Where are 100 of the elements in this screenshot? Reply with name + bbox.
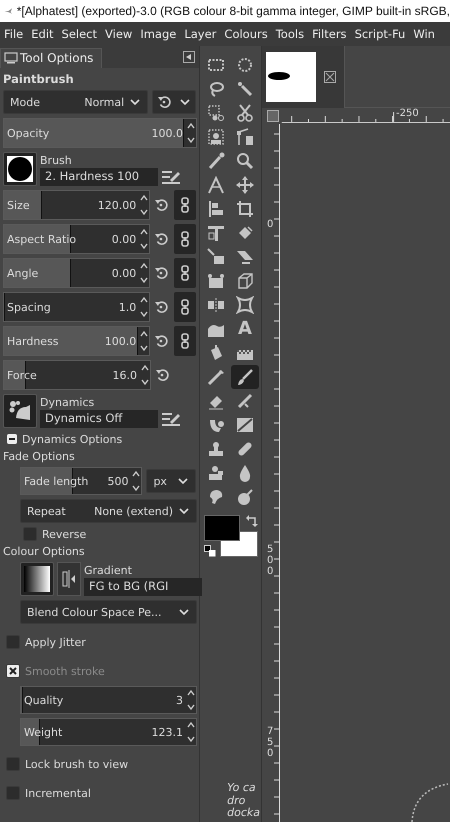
- link-button[interactable]: [174, 258, 196, 288]
- slider-fill[interactable]: [4, 191, 42, 219]
- slider[interactable]: Aspect Ratio 0.00: [3, 224, 150, 254]
- compass-icon[interactable]: [207, 176, 225, 194]
- cube-icon[interactable]: [236, 272, 254, 290]
- checkbox[interactable]: [6, 786, 20, 800]
- tool-button[interactable]: [231, 365, 259, 389]
- text-field[interactable]: Dynamics Off: [40, 410, 158, 428]
- reverse-button[interactable]: [57, 562, 81, 596]
- align-icon[interactable]: [207, 200, 225, 218]
- menu-item[interactable]: Script-Fu: [350, 25, 410, 43]
- menu-item[interactable]: Image: [136, 25, 180, 43]
- unit-dropdown[interactable]: px: [146, 469, 196, 493]
- reset-icon[interactable]: [154, 334, 168, 348]
- ruler-menu-button[interactable]: [267, 110, 279, 122]
- menu-item[interactable]: Layer: [180, 25, 220, 43]
- move-icon[interactable]: [236, 176, 254, 194]
- link-button[interactable]: [174, 292, 196, 322]
- slider[interactable]: Angle 0.00: [3, 258, 150, 288]
- reset-icon[interactable]: [154, 232, 168, 246]
- image-tab[interactable]: [262, 46, 344, 108]
- stamp-tilted-icon[interactable]: [207, 464, 225, 482]
- checkbox[interactable]: [23, 527, 37, 541]
- reset-icon[interactable]: [157, 95, 172, 109]
- stamp-icon[interactable]: [207, 440, 225, 458]
- collapse-icon[interactable]: [183, 51, 195, 63]
- dodge-icon[interactable]: [236, 488, 254, 506]
- dotted-square-icon[interactable]: [207, 104, 225, 122]
- fade-length-slider[interactable]: Fade length 500: [20, 467, 142, 495]
- paintbrush-icon[interactable]: [236, 368, 254, 386]
- menu-item[interactable]: Tools: [272, 25, 308, 43]
- reset-icon[interactable]: [154, 266, 168, 280]
- link-button[interactable]: [174, 190, 196, 220]
- expander-icon[interactable]: [7, 434, 17, 444]
- slider[interactable]: Size 120.00: [3, 190, 150, 220]
- edit-icon[interactable]: [161, 410, 181, 428]
- slider[interactable]: Force 16.0: [3, 360, 151, 390]
- text-tool-button[interactable]: A: [231, 317, 259, 341]
- airbrush-icon[interactable]: [236, 392, 254, 410]
- checkbox[interactable]: [6, 635, 20, 649]
- warp-icon[interactable]: [236, 296, 254, 314]
- menu-item[interactable]: Filters: [308, 25, 351, 43]
- reset-icon[interactable]: [154, 198, 168, 212]
- crop-icon[interactable]: [236, 200, 254, 218]
- quality-slider[interactable]: Quality 3: [20, 686, 197, 714]
- swap-icon[interactable]: [246, 515, 258, 527]
- link-button[interactable]: [174, 224, 196, 254]
- scale-icon[interactable]: [207, 248, 225, 266]
- background-swatch[interactable]: [220, 531, 258, 557]
- pipette-icon[interactable]: [207, 152, 225, 170]
- cage-icon[interactable]: [207, 272, 225, 290]
- dock-tab[interactable]: Tool Options: [0, 48, 102, 68]
- ruler-label: -250: [396, 108, 419, 119]
- close-icon[interactable]: [324, 71, 336, 83]
- weight-slider[interactable]: Weight 123.1: [20, 718, 197, 746]
- reset-icon[interactable]: [155, 368, 169, 382]
- slider[interactable]: Hardness 100.0: [3, 326, 150, 356]
- scissors-icon[interactable]: [236, 104, 254, 122]
- pencil-icon[interactable]: [207, 368, 225, 386]
- repeat-dropdown[interactable]: Repeat None (extend): [20, 499, 197, 523]
- foreground-swatch[interactable]: [204, 515, 240, 541]
- dotted-rectangle-icon[interactable]: [207, 56, 225, 74]
- gradient-preview[interactable]: [20, 562, 54, 596]
- default-colors-icon[interactable]: [204, 545, 216, 557]
- text-field[interactable]: 2. Hardness 100: [40, 168, 158, 186]
- reset-icon[interactable]: [154, 300, 168, 314]
- menu-item[interactable]: Select: [58, 25, 102, 43]
- lasso-icon[interactable]: [207, 80, 225, 98]
- dynamics-preview[interactable]: [3, 394, 37, 428]
- diagonal-square-icon[interactable]: [236, 416, 254, 434]
- path-icon[interactable]: [236, 128, 254, 146]
- mode-dropdown[interactable]: Mode Normal: [3, 90, 148, 114]
- slider-fill[interactable]: [4, 259, 71, 287]
- checkbox[interactable]: [6, 664, 20, 678]
- t-square-icon[interactable]: [207, 224, 225, 242]
- menu-item[interactable]: View: [101, 25, 136, 43]
- brush-preview[interactable]: [3, 152, 37, 186]
- slider[interactable]: Spacing 1.0: [3, 292, 150, 322]
- reset-dropdown[interactable]: [152, 90, 196, 114]
- menu-item[interactable]: File: [0, 25, 28, 43]
- magnifier-icon[interactable]: [236, 152, 254, 170]
- slider-fill[interactable]: [4, 327, 138, 355]
- menu-item[interactable]: Colours: [220, 25, 272, 43]
- flip-icon[interactable]: [207, 296, 225, 314]
- smudge-icon[interactable]: [207, 488, 225, 506]
- menu-item[interactable]: Win: [409, 25, 439, 43]
- opacity-slider[interactable]: Opacity 100.0: [3, 118, 197, 148]
- wand-icon[interactable]: [236, 80, 254, 98]
- menu-item[interactable]: Edit: [27, 25, 58, 43]
- parallelogram-icon[interactable]: [236, 248, 254, 266]
- image-thumbnail[interactable]: [266, 52, 316, 102]
- dotted-ellipse-icon[interactable]: [236, 56, 254, 74]
- text-field[interactable]: FG to BG (RGI: [84, 578, 202, 596]
- checkbox[interactable]: [6, 757, 20, 771]
- link-button[interactable]: [174, 326, 196, 356]
- blend-dropdown[interactable]: Blend Colour Space Pe...: [20, 600, 197, 624]
- section-title: Fade Options: [3, 450, 76, 463]
- edit-icon[interactable]: [161, 168, 181, 186]
- person-selection-icon[interactable]: [207, 128, 225, 146]
- tool-title: Paintbrush: [3, 72, 75, 86]
